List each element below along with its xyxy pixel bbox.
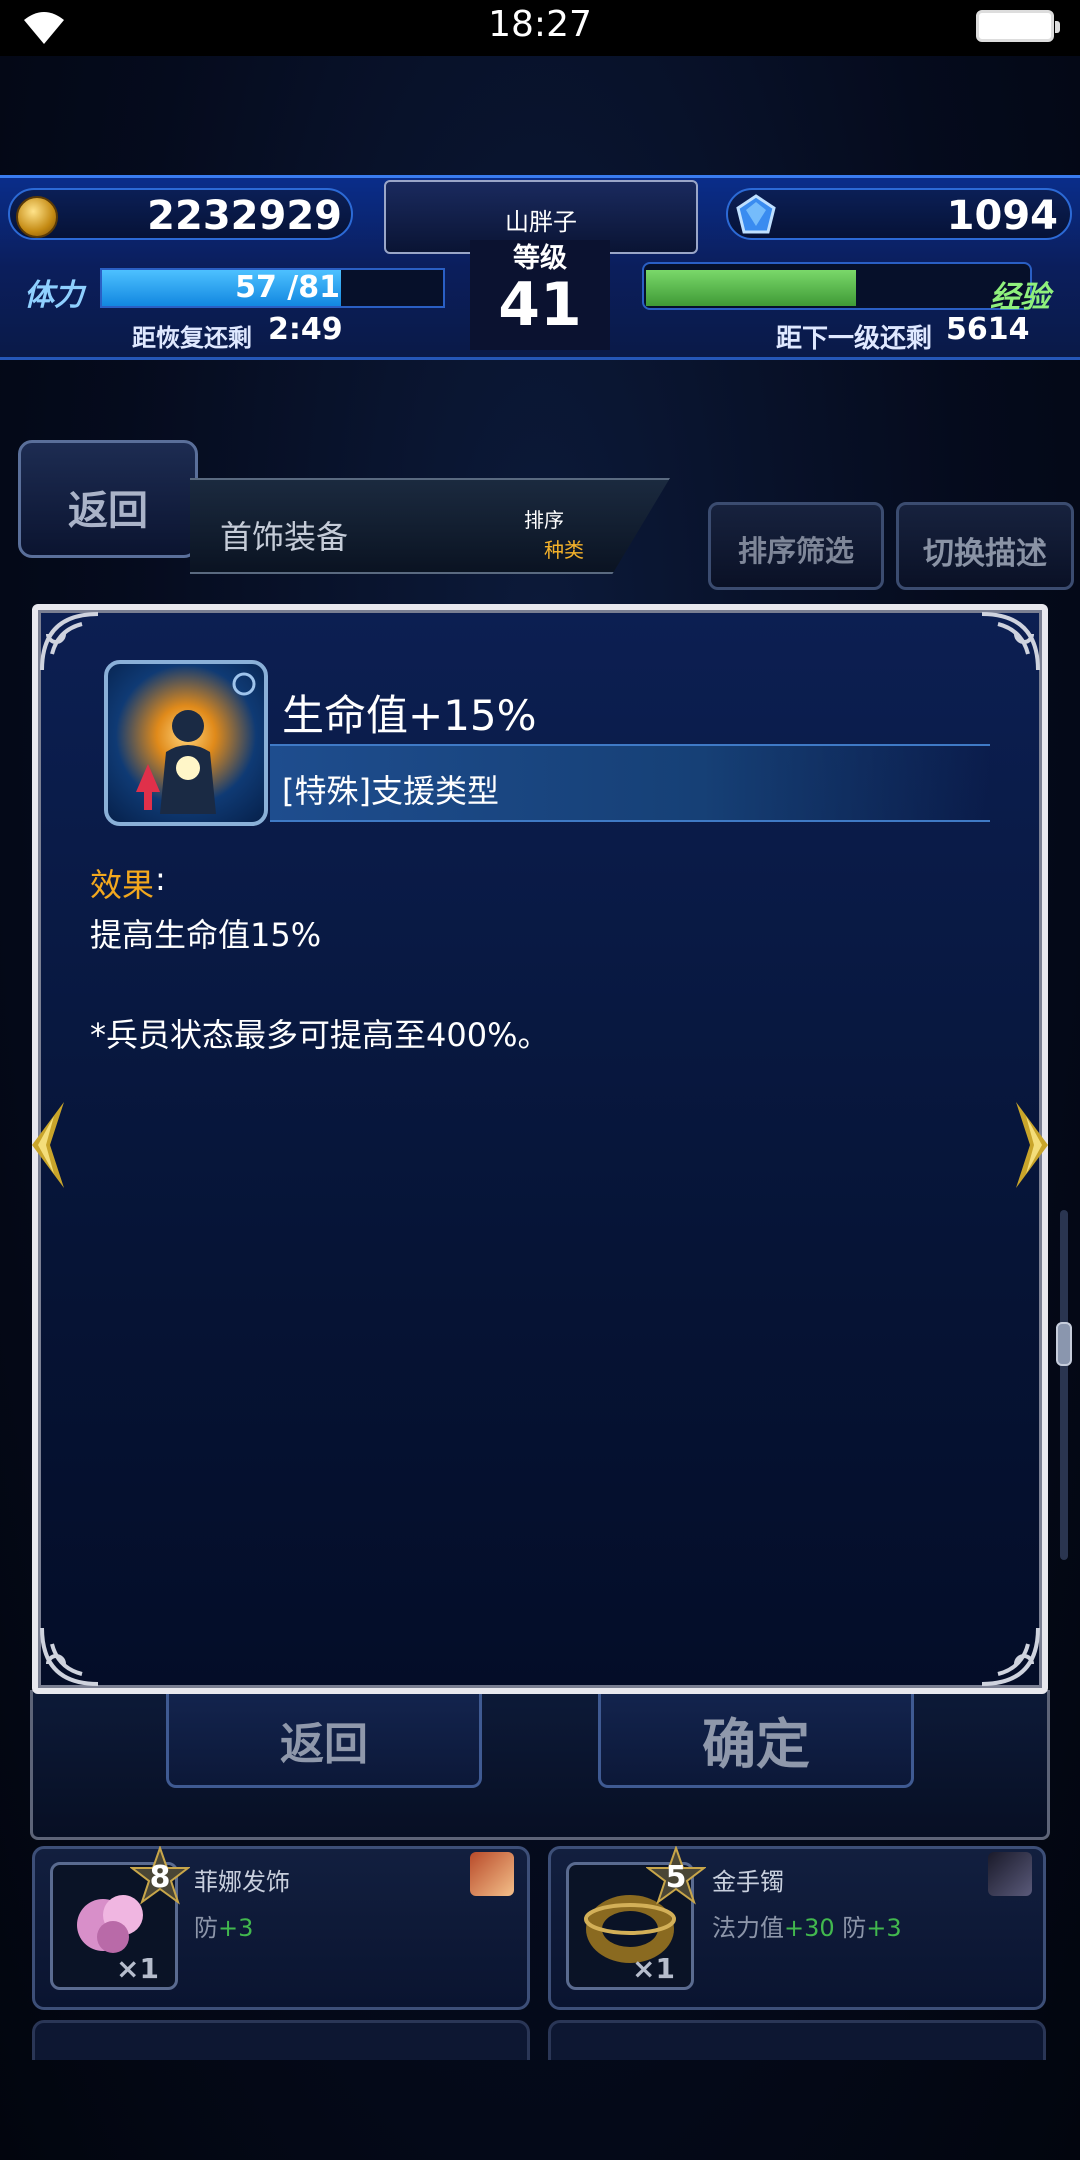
gem-value: 1094: [946, 193, 1058, 239]
rarity-value: 8: [149, 1860, 171, 1895]
confirm-label: 确定: [702, 1713, 810, 1776]
toggle-description-label: 切换描述: [923, 536, 1047, 572]
corner-ornament-icon: [981, 1627, 1040, 1686]
next-arrow-icon[interactable]: [1010, 1096, 1056, 1194]
corner-ornament-icon: [40, 1627, 99, 1686]
item-card-partial[interactable]: [548, 2020, 1046, 2060]
stamina-value: 57 /81: [235, 270, 340, 305]
item-quantity: ×1: [116, 1952, 159, 1985]
next-level-value: 5614: [946, 312, 1030, 347]
status-time: 18:27: [488, 4, 592, 45]
item-name: 金手镯: [712, 1868, 784, 1896]
character-avatar: [988, 1852, 1032, 1896]
item-card-partial[interactable]: [32, 2020, 530, 2060]
next-level-label: 距下一级还剩: [776, 324, 933, 354]
lapis-gem-icon: [736, 194, 776, 234]
stat-bonus: +3: [218, 1914, 254, 1942]
stamina-label: 体力: [24, 278, 84, 313]
stat-label-2: 防: [842, 1914, 867, 1942]
rarity-value: 5: [665, 1860, 687, 1895]
list-scrollbar-thumb[interactable]: [1056, 1322, 1072, 1366]
level-value: 41: [498, 270, 582, 340]
effect-description: 提高生命值15%: [90, 916, 322, 954]
item-name: 菲娜发饰: [194, 1868, 290, 1896]
section-title: 首饰装备: [220, 518, 349, 556]
stat-bonus-2: +3: [866, 1914, 902, 1942]
stat-label: 法力值: [712, 1914, 784, 1942]
effect-colon: :: [155, 860, 166, 898]
dialog-back-label: 返回: [280, 1719, 368, 1770]
corner-ornament-icon: [981, 612, 1040, 671]
item-stat: 防+3: [194, 1908, 253, 1943]
stat-bonus: +30: [784, 1914, 835, 1942]
previous-arrow-icon[interactable]: [24, 1096, 70, 1194]
effect-label: 效果: [90, 866, 155, 904]
sort-value: 种类: [544, 538, 584, 562]
player-name: 山胖子: [505, 208, 577, 236]
sort-filter-label: 排序筛选: [737, 534, 854, 568]
hp-boost-ability-icon: [104, 660, 268, 826]
item-stat: 法力值+30 防+3: [712, 1908, 902, 1943]
gil-value: 2232929: [147, 193, 342, 239]
list-scrollbar[interactable]: [1060, 1210, 1068, 1560]
effect-note: *兵员状态最多可提高至400%。: [90, 1016, 550, 1054]
character-avatar: [470, 1852, 514, 1896]
item-quantity: ×1: [632, 1952, 675, 1985]
ability-type: [特殊]支援类型: [282, 772, 499, 810]
exp-bar-fill: [646, 270, 856, 306]
recover-label: 距恢复还剩: [132, 324, 252, 352]
gil-coin-icon: [16, 196, 58, 238]
battery-icon: [976, 10, 1060, 42]
stat-label: 防: [194, 1914, 218, 1942]
sort-label: 排序: [524, 508, 564, 532]
back-button-label: 返回: [68, 488, 148, 534]
recover-time: 2:49: [268, 312, 343, 347]
exp-label: 经验: [990, 280, 1050, 315]
ability-title: 生命值+15%: [282, 691, 537, 740]
